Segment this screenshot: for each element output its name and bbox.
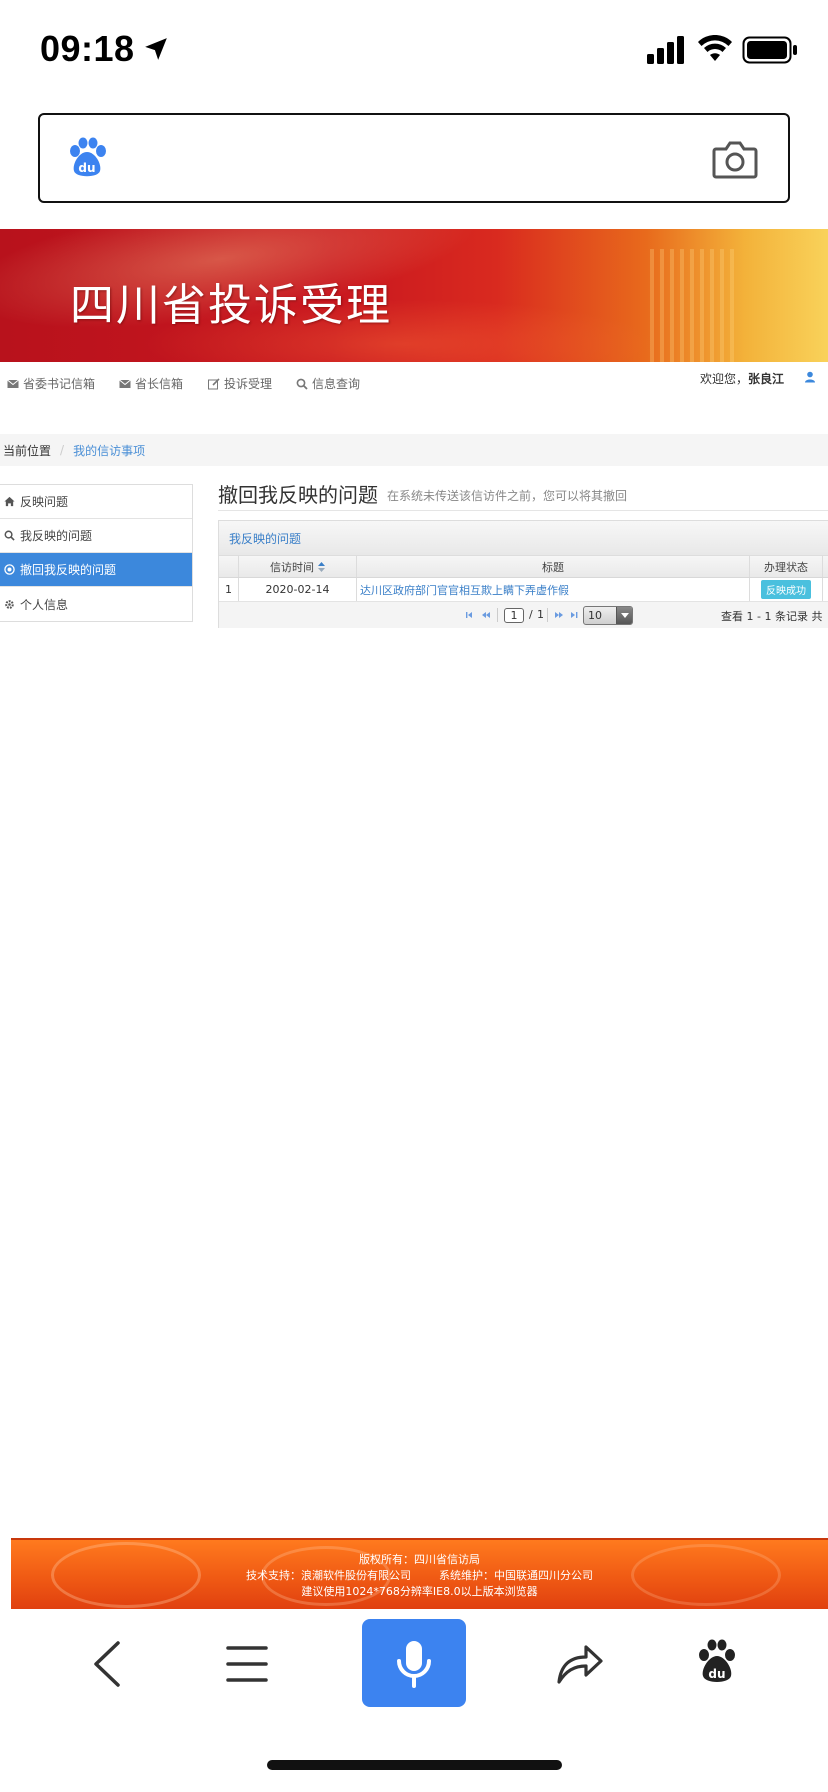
nav-item-label: 信息查询 <box>312 377 361 391</box>
last-page-icon[interactable] <box>569 611 579 619</box>
total-pages: 1 <box>537 608 544 621</box>
circle-arrow-icon <box>4 564 15 575</box>
site-banner: 四川省投诉受理 <box>0 229 828 362</box>
column-header-label: 信访时间 <box>270 560 314 574</box>
row-status: 反映成功 <box>750 578 823 601</box>
sidebar-item-withdraw-issue[interactable]: 撤回我反映的问题 <box>0 553 192 587</box>
baidu-paw-icon[interactable]: du <box>696 1639 738 1685</box>
sidebar-item-report-issue[interactable]: 反映问题 <box>0 485 192 519</box>
edit-icon <box>208 377 220 389</box>
column-header-label: 标题 <box>542 560 564 574</box>
page-size-select[interactable]: 10 <box>583 606 633 625</box>
nav-item-label: 投诉受理 <box>224 377 273 391</box>
column-header-date[interactable]: 信访时间 <box>239 556 357 577</box>
footer-browser-note: 建议使用1024*768分辨率IE8.0以上版本浏览器 <box>301 1585 538 1598</box>
next-page-icon[interactable] <box>553 611 563 619</box>
envelope-icon <box>119 379 131 388</box>
table-row[interactable]: 1 2020-02-14 达川区政府部门官官相互欺上瞒下弄虚作假 反映成功 <box>219 578 828 602</box>
sidebar-item-label: 撤回我反映的问题 <box>20 563 117 577</box>
sidebar-item-label: 反映问题 <box>20 495 69 509</box>
column-header-title: 标题 <box>357 556 750 577</box>
top-nav: 省委书记信箱 省长信箱 投诉受理 信息查询 欢迎您，张良江 <box>0 362 828 424</box>
search-icon <box>4 530 15 541</box>
panel-title: 我反映的问题 <box>219 521 828 556</box>
wifi-icon <box>698 35 732 61</box>
pager-slash: / <box>529 608 533 621</box>
baidu-paw-icon: du <box>70 137 106 177</box>
column-header-label: 办理状态 <box>764 560 808 574</box>
divider <box>218 510 828 511</box>
column-header-index <box>219 556 239 577</box>
page-size-value: 10 <box>588 609 602 622</box>
cellular-signal-icon <box>647 36 684 64</box>
table-header: 信访时间 标题 办理状态 <box>219 556 828 578</box>
status-badge: 反映成功 <box>761 580 811 599</box>
footer-copyright: 版权所有：四川省信访局 <box>359 1553 480 1566</box>
page-number-input[interactable]: 1 <box>504 608 524 623</box>
nav-item-label: 省长信箱 <box>135 377 184 391</box>
page-subtitle: 在系统未传送该信访件之前，您可以将其撤回 <box>387 489 628 503</box>
nav-item-secretary-mailbox[interactable]: 省委书记信箱 <box>7 375 95 392</box>
user-icon[interactable] <box>804 371 816 383</box>
pager: 1 / 1 10 查看 1 - 1 条记录 共 <box>219 602 828 628</box>
voice-search-button[interactable] <box>362 1619 466 1707</box>
pager-separator <box>547 608 548 622</box>
status-bar: 09:18 <box>0 0 828 100</box>
back-icon[interactable] <box>88 1639 124 1689</box>
share-icon[interactable] <box>556 1639 604 1685</box>
home-icon <box>4 496 15 507</box>
column-header-action <box>823 556 828 577</box>
row-date: 2020-02-14 <box>239 578 357 601</box>
footer-support: 技术支持：浪潮软件股份有限公司 系统维护：中国联通四川分公司 <box>246 1569 593 1582</box>
envelope-icon <box>7 379 19 388</box>
site-title: 四川省投诉受理 <box>70 280 392 331</box>
browser-toolbar: du <box>0 1609 828 1729</box>
sidebar: 反映问题 我反映的问题 撤回我反映的问题 个人信息 <box>0 484 193 622</box>
sidebar-item-label: 个人信息 <box>20 597 69 612</box>
breadcrumb-current[interactable]: 我的信访事项 <box>73 442 145 459</box>
status-time: 09:18 <box>40 28 135 69</box>
row-index: 1 <box>219 578 239 601</box>
sidebar-item-personal-info[interactable]: 个人信息 <box>0 587 192 621</box>
row-title-link[interactable]: 达川区政府部门官官相互欺上瞒下弄虚作假 <box>357 578 750 601</box>
location-arrow-icon <box>145 38 167 60</box>
nav-item-complaint[interactable]: 投诉受理 <box>208 375 272 392</box>
banner-decoration <box>650 249 740 362</box>
breadcrumb-label: 当前位置 <box>3 443 52 458</box>
sort-icon[interactable] <box>318 561 325 572</box>
page-title: 撤回我反映的问题 <box>218 483 378 507</box>
welcome-text: 欢迎您，张良江 <box>700 370 784 387</box>
svg-text:du: du <box>708 1667 725 1681</box>
nav-item-governor-mailbox[interactable]: 省长信箱 <box>119 375 183 392</box>
issues-panel: 我反映的问题 信访时间 标题 办理状态 1 2020-02-14 达川区政府部门… <box>218 520 828 628</box>
nav-item-label: 省委书记信箱 <box>23 377 96 391</box>
menu-icon[interactable] <box>226 1644 268 1684</box>
home-indicator[interactable] <box>267 1760 562 1770</box>
pager-separator <box>497 608 498 622</box>
breadcrumb: 当前位置 / 我的信访事项 <box>0 434 828 466</box>
search-box[interactable]: du <box>38 113 790 203</box>
column-header-status: 办理状态 <box>750 556 823 577</box>
sidebar-item-my-issues[interactable]: 我反映的问题 <box>0 519 192 553</box>
breadcrumb-separator: / <box>60 443 65 457</box>
gear-icon <box>5 599 14 609</box>
welcome-label: 欢迎您， <box>699 372 748 386</box>
chevron-down-icon <box>616 607 632 624</box>
site-footer: 版权所有：四川省信访局 技术支持：浪潮软件股份有限公司 系统维护：中国联通四川分… <box>11 1538 828 1609</box>
sidebar-item-label: 我反映的问题 <box>20 529 93 543</box>
battery-icon <box>742 36 797 64</box>
search-icon <box>296 378 308 390</box>
svg-text:du: du <box>78 161 95 175</box>
camera-icon[interactable] <box>712 139 758 179</box>
nav-item-info-query[interactable]: 信息查询 <box>296 375 360 392</box>
prev-page-icon[interactable] <box>482 611 492 619</box>
microphone-icon <box>397 1641 431 1688</box>
row-action <box>823 578 828 601</box>
user-name[interactable]: 张良江 <box>748 372 784 386</box>
first-page-icon[interactable] <box>466 611 476 619</box>
records-info: 查看 1 - 1 条记录 共 <box>721 610 823 623</box>
